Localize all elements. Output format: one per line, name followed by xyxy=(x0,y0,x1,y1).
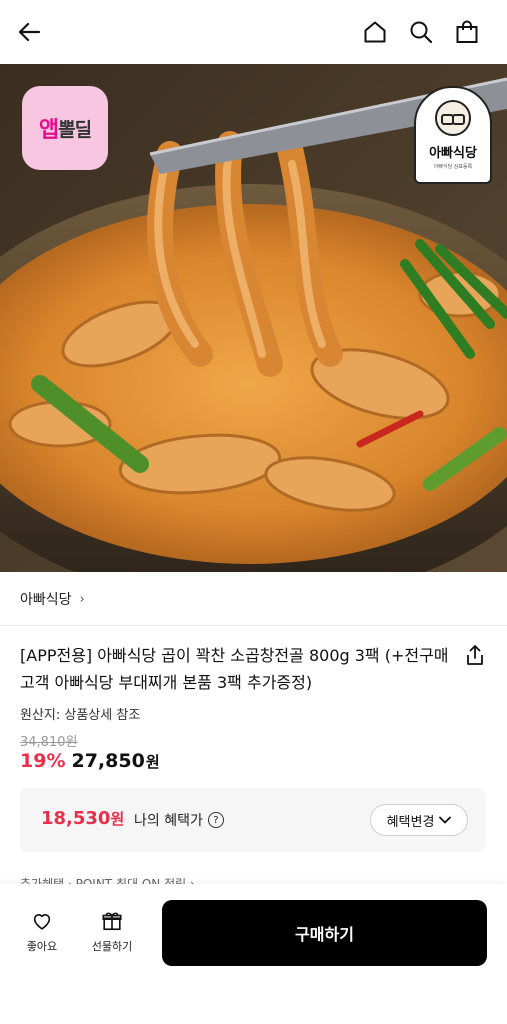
bottom-action-bar: 좋아요 선물하기 구매하기 xyxy=(0,884,507,1024)
badge-text-app: 앱 xyxy=(38,118,59,143)
product-title: [APP전용] 아빠식당 곱이 꽉찬 소곱창전골 800g 3팩 (+전구매고객… xyxy=(20,646,449,692)
benefit-price: 18,530원 xyxy=(41,808,124,829)
brand-logo-subtext: 아빠식당 상표등록 xyxy=(433,164,473,170)
sale-price: 27,850 xyxy=(71,750,145,772)
badge-text-deal: 뽈딜 xyxy=(58,118,92,141)
discount-rate: 19% xyxy=(20,750,66,772)
store-link[interactable]: 아빠식당 › xyxy=(20,588,85,610)
back-arrow-icon[interactable] xyxy=(14,16,46,48)
like-button[interactable]: 좋아요 xyxy=(16,910,68,954)
buy-button[interactable]: 구매하기 xyxy=(162,900,487,966)
home-icon[interactable] xyxy=(359,16,391,48)
benefit-price-unit: 원 xyxy=(110,810,125,828)
brand-logo-name: 아빠식당 xyxy=(429,146,477,161)
help-icon[interactable]: ? xyxy=(207,812,224,828)
original-price: 34,810원 xyxy=(20,735,78,750)
gift-label: 선물하기 xyxy=(91,940,133,953)
benefit-label-text: 나의 혜택가 xyxy=(134,813,203,829)
benefit-label: 나의 혜택가 ? xyxy=(134,810,224,830)
heart-icon xyxy=(33,914,51,930)
like-label: 좋아요 xyxy=(26,940,58,953)
change-benefit-label: 혜택변경 xyxy=(386,814,435,830)
gift-icon xyxy=(102,912,122,931)
gift-button[interactable]: 선물하기 xyxy=(86,910,138,954)
top-navigation-bar xyxy=(0,0,507,64)
search-icon[interactable] xyxy=(405,16,437,48)
change-benefit-button[interactable]: 혜택변경 xyxy=(370,804,468,836)
share-icon[interactable] xyxy=(462,642,488,668)
benefit-price-value: 18,530 xyxy=(41,808,111,829)
chevron-down-icon xyxy=(439,814,452,827)
benefit-price-box: 18,530원 나의 혜택가 ? 혜택변경 xyxy=(20,788,486,852)
shopping-bag-icon[interactable] xyxy=(451,16,483,48)
brand-logo: 아빠식당 아빠식당 상표등록 xyxy=(414,86,492,184)
section-divider xyxy=(0,625,507,626)
chef-face-icon xyxy=(435,100,471,136)
price-row: 19% 27,850 원 xyxy=(20,750,160,772)
app-deal-badge: 앱 뽈딜 xyxy=(22,86,108,170)
origin-info: 원산지: 상품상세 참조 xyxy=(20,708,141,723)
store-name: 아빠식당 xyxy=(20,592,72,608)
sale-price-unit: 원 xyxy=(145,753,160,771)
chevron-right-icon: › xyxy=(79,591,85,607)
